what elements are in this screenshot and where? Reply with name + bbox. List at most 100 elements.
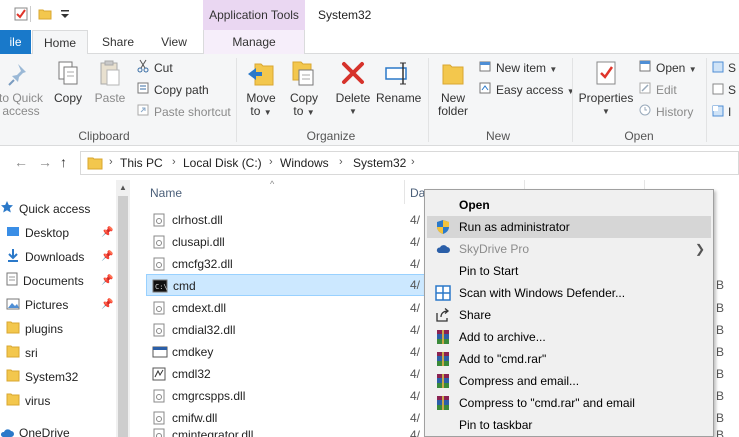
nav-item-quick-access[interactable]: Quick access <box>0 197 116 221</box>
copy-path-label: Copy path <box>154 83 209 97</box>
scroll-up-arrow-icon[interactable]: ▲ <box>119 183 127 192</box>
breadcrumb-local-disk[interactable]: Local Disk (C:) <box>183 156 262 170</box>
ribbon: to Quick access Copy Paste Cut Copy path <box>0 54 739 146</box>
select-none-button[interactable]: S <box>712 80 736 100</box>
nav-item-plugins[interactable]: plugins <box>6 317 122 341</box>
file-row-selected[interactable]: C:\ cmd <box>146 274 426 296</box>
nav-item-desktop[interactable]: Desktop 📌 <box>6 221 122 245</box>
pin-icon[interactable]: 📌 <box>101 245 113 269</box>
window-title: System32 <box>318 8 372 22</box>
tab-home[interactable]: Home <box>32 30 88 55</box>
invert-selection-button[interactable]: I <box>712 102 731 122</box>
tab-view[interactable]: View <box>148 30 200 54</box>
column-header-name[interactable]: Name <box>150 186 182 200</box>
file-date: 4/ <box>410 367 421 381</box>
application-window-icon <box>152 346 168 358</box>
forward-arrow-icon[interactable]: → <box>38 154 52 170</box>
new-item-button[interactable]: New item ▼ <box>478 58 557 78</box>
nav-item-system32[interactable]: System32 <box>6 365 122 389</box>
file-date: 4/ <box>410 301 421 315</box>
breadcrumb-chevron-icon[interactable]: › <box>339 156 343 168</box>
paste-button[interactable]: Paste <box>92 58 128 105</box>
breadcrumb-chevron-icon[interactable]: › <box>411 156 415 168</box>
file-name: cmd <box>173 279 196 293</box>
cut-button[interactable]: Cut <box>136 58 173 78</box>
pin-icon[interactable]: 📌 <box>101 269 113 293</box>
file-name: clusapi.dll <box>172 235 225 249</box>
scrollbar-thumb[interactable] <box>118 196 128 437</box>
menu-item-add-to-archive[interactable]: Add to archive... <box>427 326 711 348</box>
back-arrow-icon[interactable]: ← <box>14 154 28 170</box>
menu-item-pin-to-start[interactable]: Pin to Start <box>427 260 711 282</box>
organize-group-label: Organize <box>306 129 356 143</box>
menu-item-compress-to-cmd-rar-email[interactable]: Compress to "cmd.rar" and email <box>427 392 711 414</box>
history-button[interactable]: History <box>638 102 693 122</box>
dropdown-arrow-icon: ▼ <box>306 108 315 117</box>
new-folder-quick-icon[interactable] <box>38 7 52 21</box>
nav-item-downloads[interactable]: Downloads 📌 <box>6 245 122 269</box>
delete-button[interactable]: Delete ▼ <box>333 58 373 118</box>
copy-icon <box>58 61 78 85</box>
menu-item-skydrive-pro[interactable]: SkyDrive Pro ❯ <box>427 238 711 260</box>
address-bar[interactable]: › This PC › Local Disk (C:) › Windows › … <box>80 151 739 175</box>
winrar-icon <box>437 396 449 410</box>
open-button[interactable]: Open ▼ <box>638 58 697 78</box>
edit-button[interactable]: Edit <box>638 80 677 100</box>
properties-button[interactable]: Properties ▼ <box>578 58 634 118</box>
column-separator[interactable] <box>404 180 405 204</box>
winrar-icon <box>437 352 449 366</box>
copy-path-button[interactable]: Copy path <box>136 80 209 100</box>
pin-icon[interactable]: 📌 <box>101 293 113 317</box>
uac-shield-icon <box>437 220 449 234</box>
ribbon-separator <box>428 58 429 142</box>
paste-label: Paste <box>94 91 126 105</box>
nav-item-virus[interactable]: virus <box>6 389 122 413</box>
tab-file[interactable]: ile <box>0 30 31 54</box>
menu-item-compress-and-email[interactable]: Compress and email... <box>427 370 711 392</box>
nav-item-onedrive[interactable]: OneDrive <box>0 421 116 437</box>
nav-item-sri[interactable]: sri <box>6 341 122 365</box>
easy-access-icon <box>478 81 492 101</box>
paste-shortcut-label: Paste shortcut <box>154 105 231 119</box>
file-size: B <box>716 345 725 359</box>
breadcrumb-chevron-icon[interactable]: › <box>172 156 176 168</box>
menu-label: Scan with Windows Defender... <box>459 286 626 300</box>
new-folder-button[interactable]: New folder <box>434 58 472 118</box>
menu-item-scan-windows-defender[interactable]: Scan with Windows Defender... <box>427 282 711 304</box>
file-name: cmdkey <box>172 345 214 359</box>
menu-item-share[interactable]: Share <box>427 304 711 326</box>
move-to-button[interactable]: Move to ▼ <box>242 58 280 119</box>
easy-access-button[interactable]: Easy access ▼ <box>478 80 575 100</box>
tab-manage[interactable]: Manage <box>203 30 305 54</box>
nav-item-documents[interactable]: Documents 📌 <box>6 269 122 293</box>
pin-icon[interactable]: 📌 <box>101 221 113 245</box>
breadcrumb-chevron-icon[interactable]: › <box>109 156 113 168</box>
tab-share[interactable]: Share <box>92 30 144 54</box>
nav-item-pictures[interactable]: Pictures 📌 <box>6 293 122 317</box>
select-all-button[interactable]: S <box>712 58 736 78</box>
invert-selection-label: I <box>728 105 732 119</box>
rename-button[interactable]: Rename <box>376 58 421 105</box>
breadcrumb-chevron-icon[interactable]: › <box>269 156 273 168</box>
copy-button[interactable]: Copy <box>50 58 86 105</box>
open-group-label: Open <box>624 129 654 143</box>
breadcrumb-system32[interactable]: System32 <box>353 156 406 170</box>
copy-to-button[interactable]: Copy to ▼ <box>285 58 323 119</box>
up-arrow-icon[interactable]: ↑ <box>60 154 67 170</box>
breadcrumb-this-pc[interactable]: This PC <box>120 156 163 170</box>
navigation-bar: ← → ↑ › This PC › Local Disk (C:) › Wind… <box>0 146 739 180</box>
customize-toolbar-icon[interactable] <box>58 7 72 21</box>
paste-icon <box>100 60 120 86</box>
pin-to-quick-access-button[interactable]: to Quick access <box>0 58 46 118</box>
menu-item-run-as-administrator[interactable]: Run as administrator <box>427 216 711 238</box>
file-date: 4/ <box>410 428 421 437</box>
menu-item-pin-to-taskbar[interactable]: Pin to taskbar <box>427 414 711 436</box>
breadcrumb-windows[interactable]: Windows <box>280 156 329 170</box>
properties-check-icon[interactable] <box>14 7 28 21</box>
paste-shortcut-button[interactable]: Paste shortcut <box>136 102 231 122</box>
file-name: cmdl32 <box>172 367 211 381</box>
nav-pane-scrollbar[interactable]: ▲ <box>116 180 130 437</box>
menu-item-add-to-cmd-rar[interactable]: Add to "cmd.rar" <box>427 348 711 370</box>
menu-item-open[interactable]: Open <box>427 194 711 216</box>
menu-label: Pin to taskbar <box>459 418 533 432</box>
